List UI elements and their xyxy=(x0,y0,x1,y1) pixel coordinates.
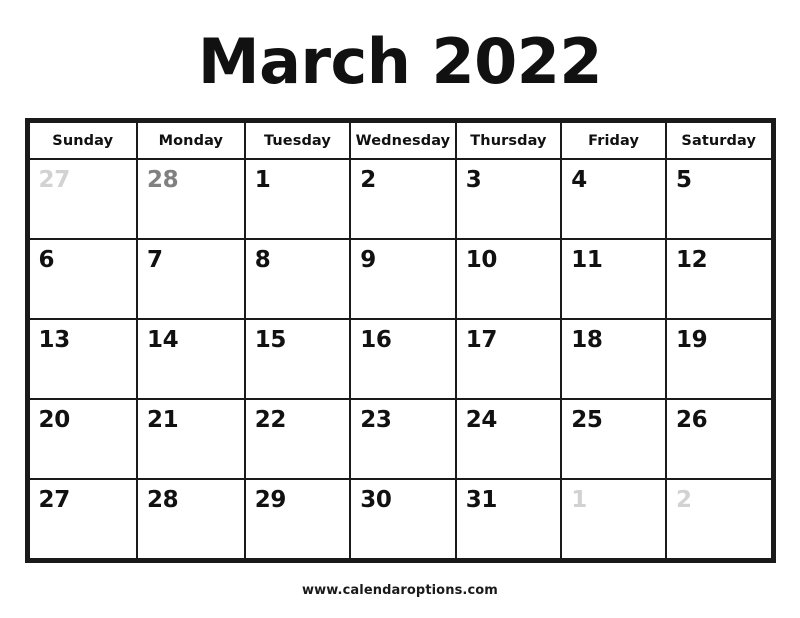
calendar-day-cell[interactable]: 22 xyxy=(243,398,352,480)
calendar-day-cell[interactable]: 5 xyxy=(664,158,773,240)
calendar-day-cell[interactable]: 31 xyxy=(454,478,563,560)
weekday-header-friday: Friday xyxy=(560,121,667,160)
calendar-day-cell[interactable]: 13 xyxy=(27,318,138,400)
calendar-day-cell[interactable]: 10 xyxy=(454,238,563,320)
weekday-header-tuesday: Tuesday xyxy=(243,121,352,160)
calendar-day-cell[interactable]: 24 xyxy=(454,398,563,480)
day-number: 22 xyxy=(254,407,287,433)
day-number: 26 xyxy=(675,407,708,433)
calendar-title-bar: March 2022 xyxy=(0,0,800,118)
calendar-week-row: 27 28 1 2 3 4 5 xyxy=(27,158,773,240)
calendar-page: March 2022 Sunday Monday Tuesday Wednesday T… xyxy=(0,0,800,618)
calendar-day-cell[interactable]: 29 xyxy=(243,478,352,560)
day-number: 11 xyxy=(571,247,603,273)
calendar-day-cell[interactable]: 27 xyxy=(27,158,138,240)
day-number: 5 xyxy=(675,167,692,193)
weekday-header-wednesday: Wednesday xyxy=(349,121,457,160)
day-number: 28 xyxy=(146,167,179,193)
calendar-day-cell[interactable]: 3 xyxy=(454,158,563,240)
calendar-day-cell[interactable]: 6 xyxy=(27,238,138,320)
day-number: 6 xyxy=(38,247,55,273)
day-number: 14 xyxy=(146,327,179,353)
calendar-day-cell[interactable]: 1 xyxy=(243,158,352,240)
day-number: 1 xyxy=(254,167,271,193)
day-number: 21 xyxy=(146,407,179,433)
calendar-day-cell[interactable]: 1 xyxy=(560,478,667,560)
calendar-day-cell[interactable]: 18 xyxy=(560,318,667,400)
calendar-day-cell[interactable]: 25 xyxy=(560,398,667,480)
calendar-day-cell[interactable]: 26 xyxy=(664,398,773,480)
day-number: 27 xyxy=(38,487,71,513)
calendar-day-cell[interactable]: 12 xyxy=(664,238,773,320)
page-title: March 2022 xyxy=(197,25,603,98)
calendar-day-cell[interactable]: 27 xyxy=(27,478,138,560)
calendar-week-row: 13 14 15 16 17 18 19 xyxy=(27,318,773,400)
weekday-header-thursday: Thursday xyxy=(454,121,563,160)
day-number: 27 xyxy=(38,167,71,193)
calendar-day-cell[interactable]: 23 xyxy=(349,398,457,480)
calendar-day-cell[interactable]: 28 xyxy=(135,478,246,560)
calendar-body: 27 28 1 2 3 4 5 6 7 8 9 10 11 12 13 14 15 16 17 18 19 20 21 22 2… xyxy=(27,158,773,560)
calendar-day-cell[interactable]: 14 xyxy=(135,318,246,400)
day-number: 20 xyxy=(38,407,71,433)
day-number: 9 xyxy=(360,247,376,273)
calendar-day-cell[interactable]: 16 xyxy=(349,318,457,400)
calendar-table: Sunday Monday Tuesday Wednesday Thursday Frid… xyxy=(27,121,773,560)
calendar-day-cell[interactable]: 4 xyxy=(560,158,667,240)
day-number: 4 xyxy=(571,167,587,193)
day-number: 19 xyxy=(675,327,708,353)
day-number: 25 xyxy=(571,407,603,433)
day-number: 2 xyxy=(360,167,376,193)
calendar-day-cell[interactable]: 30 xyxy=(349,478,457,560)
weekday-header-row: Sunday Monday Tuesday Wednesday Thursday Frid… xyxy=(27,121,773,160)
day-number: 1 xyxy=(571,487,587,513)
calendar-day-cell[interactable]: 28 xyxy=(135,158,246,240)
day-number: 29 xyxy=(254,487,287,513)
website-credit: www.calendaroptions.com xyxy=(302,583,498,598)
day-number: 3 xyxy=(465,167,482,193)
day-number: 13 xyxy=(38,327,71,353)
calendar-day-cell[interactable]: 7 xyxy=(135,238,246,320)
weekday-header-monday: Monday xyxy=(135,121,246,160)
day-number: 31 xyxy=(465,487,498,513)
calendar-day-cell[interactable]: 20 xyxy=(27,398,138,480)
day-number: 15 xyxy=(254,327,287,353)
calendar-day-cell[interactable]: 15 xyxy=(243,318,352,400)
calendar-day-cell[interactable]: 2 xyxy=(349,158,457,240)
day-number: 12 xyxy=(675,247,708,273)
day-number: 10 xyxy=(465,247,498,273)
calendar-week-row: 20 21 22 23 24 25 26 xyxy=(27,398,773,480)
day-number: 28 xyxy=(146,487,179,513)
calendar-header-row-group: Sunday Monday Tuesday Wednesday Thursday Frid… xyxy=(27,121,773,160)
day-number: 7 xyxy=(146,247,163,273)
day-number: 2 xyxy=(675,487,692,513)
day-number: 16 xyxy=(360,327,392,353)
calendar-week-row: 27 28 29 30 31 1 2 xyxy=(27,478,773,560)
day-number: 8 xyxy=(254,247,271,273)
day-number: 23 xyxy=(360,407,392,433)
day-number: 30 xyxy=(360,487,392,513)
weekday-header-sunday: Sunday xyxy=(27,121,138,160)
calendar-day-cell[interactable]: 11 xyxy=(560,238,667,320)
calendar-day-cell[interactable]: 19 xyxy=(664,318,773,400)
calendar-day-cell[interactable]: 21 xyxy=(135,398,246,480)
calendar-day-cell[interactable]: 9 xyxy=(349,238,457,320)
weekday-header-saturday: Saturday xyxy=(664,121,773,160)
day-number: 17 xyxy=(465,327,498,353)
calendar-day-cell[interactable]: 2 xyxy=(664,478,773,560)
day-number: 18 xyxy=(571,327,603,353)
calendar-footer: www.calendaroptions.com xyxy=(0,563,800,618)
calendar-grid-container: Sunday Monday Tuesday Wednesday Thursday Frid… xyxy=(24,118,776,563)
calendar-day-cell[interactable]: 8 xyxy=(243,238,352,320)
calendar-week-row: 6 7 8 9 10 11 12 xyxy=(27,238,773,320)
day-number: 24 xyxy=(465,407,498,433)
calendar-day-cell[interactable]: 17 xyxy=(454,318,563,400)
